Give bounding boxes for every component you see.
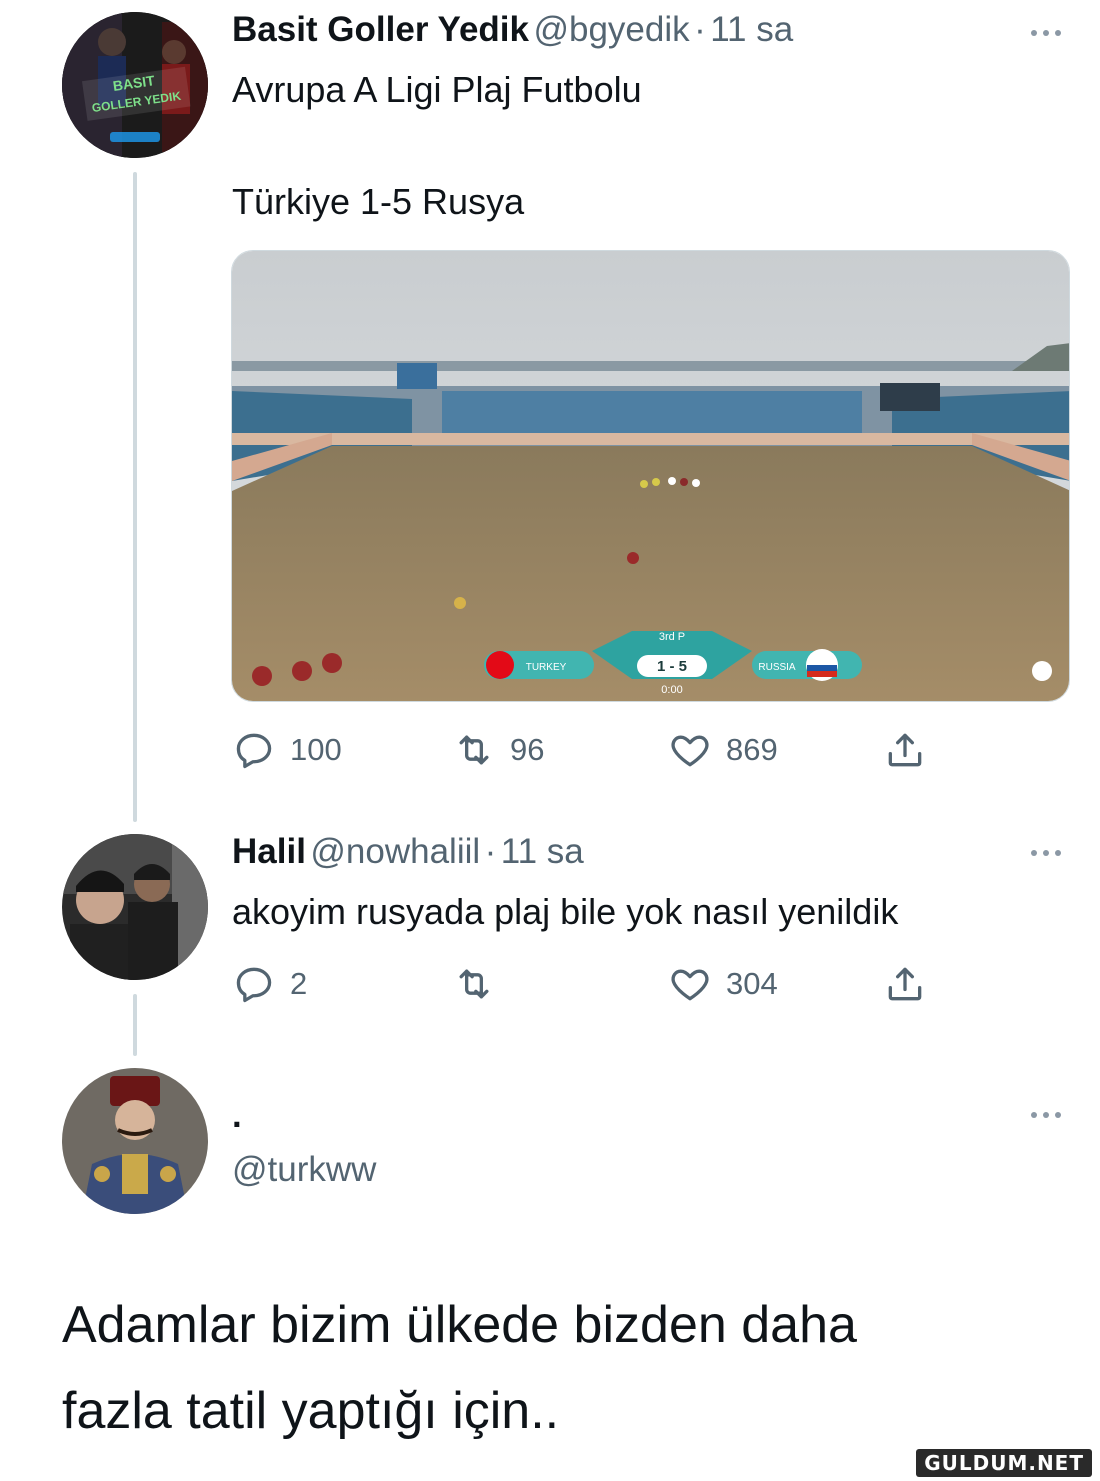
tweet1-header: Basit Goller Yedik @bgyedik · 11 sa <box>232 10 793 50</box>
tweet-media-image[interactable]: 3rd P TURKEY RUSSIA 1 - 5 0:00 <box>231 250 1070 702</box>
like-button[interactable]: 869 <box>668 728 778 772</box>
reply-icon <box>236 967 272 1003</box>
avatar-image <box>62 1068 208 1214</box>
tweet2-text: akoyim rusyada plaj bile yok nasıl yenil… <box>232 891 899 932</box>
avatar-turkww[interactable] <box>62 1068 208 1214</box>
like-button[interactable]: 304 <box>668 962 778 1006</box>
heart-icon <box>671 969 709 1001</box>
scoreboard-clock: 0:00 <box>661 684 682 696</box>
tweet3-text-line2: fazla tatil yaptığı için.. <box>62 1382 560 1440</box>
scoreboard-score: 1 - 5 <box>657 658 687 675</box>
retweet-icon <box>459 735 489 765</box>
reply-icon <box>236 733 272 769</box>
share-icon <box>888 967 922 1001</box>
tweet1-text-line1: Avrupa A Ligi Plaj Futbolu <box>232 69 642 110</box>
reply-count: 100 <box>290 732 342 767</box>
tweet3-header: . <box>232 1096 242 1136</box>
thread-connector <box>133 172 137 822</box>
author-handle[interactable]: @bgyedik <box>533 10 689 49</box>
reply-count: 2 <box>290 966 308 1001</box>
author-name[interactable]: . <box>232 1096 242 1135</box>
more-icon[interactable] <box>1031 1110 1061 1120</box>
retweet-button[interactable]: 96 <box>452 728 544 772</box>
scoreboard-period: 3rd P <box>659 631 685 643</box>
share-button[interactable] <box>883 728 927 772</box>
retweet-count: 96 <box>510 732 545 767</box>
like-count: 304 <box>726 966 778 1001</box>
author-handle[interactable]: @turkww <box>232 1150 376 1189</box>
thread-connector <box>133 994 137 1056</box>
reply-button[interactable]: 2 <box>232 962 307 1006</box>
reply-button[interactable]: 100 <box>232 728 342 772</box>
beach-soccer-stadium-image: 3rd P TURKEY RUSSIA 1 - 5 0:00 <box>232 251 1069 701</box>
avatar-bgyedik[interactable]: BASIT GOLLER YEDIK <box>62 12 208 158</box>
heart-icon <box>671 735 709 767</box>
retweet-button[interactable] <box>452 962 510 1006</box>
scoreboard-home-team: TURKEY <box>526 662 567 673</box>
share-button[interactable] <box>883 962 927 1006</box>
retweet-icon <box>459 969 489 999</box>
avatar-image: BASIT GOLLER YEDIK <box>62 12 208 158</box>
tweet2-header: Halil @nowhaliil · 11 sa <box>232 832 584 872</box>
tweet-time[interactable]: 11 sa <box>501 832 584 871</box>
author-name[interactable]: Halil <box>232 832 306 871</box>
separator-dot: · <box>484 832 497 871</box>
tweet3-text-line1: Adamlar bizim ülkede bizden daha <box>62 1296 857 1354</box>
tweet3-text: Adamlar bizim ülkede bizden daha fazla t… <box>62 1282 1062 1454</box>
tweet-time[interactable]: 11 sa <box>710 10 793 49</box>
site-watermark: GULDUM.NET <box>916 1449 1092 1477</box>
avatar-nowhaliil[interactable] <box>62 834 208 980</box>
tweet3-handle-row: @turkww <box>232 1150 376 1190</box>
author-handle[interactable]: @nowhaliil <box>310 832 480 871</box>
more-icon[interactable] <box>1031 848 1061 858</box>
scoreboard-away-team: RUSSIA <box>758 662 796 673</box>
tweet1-text-line2: Türkiye 1-5 Rusya <box>232 181 525 222</box>
author-name[interactable]: Basit Goller Yedik <box>232 10 529 49</box>
like-count: 869 <box>726 732 778 767</box>
more-icon[interactable] <box>1031 28 1061 38</box>
share-icon <box>888 733 922 767</box>
separator-dot: · <box>694 10 706 49</box>
avatar-image <box>62 834 208 980</box>
